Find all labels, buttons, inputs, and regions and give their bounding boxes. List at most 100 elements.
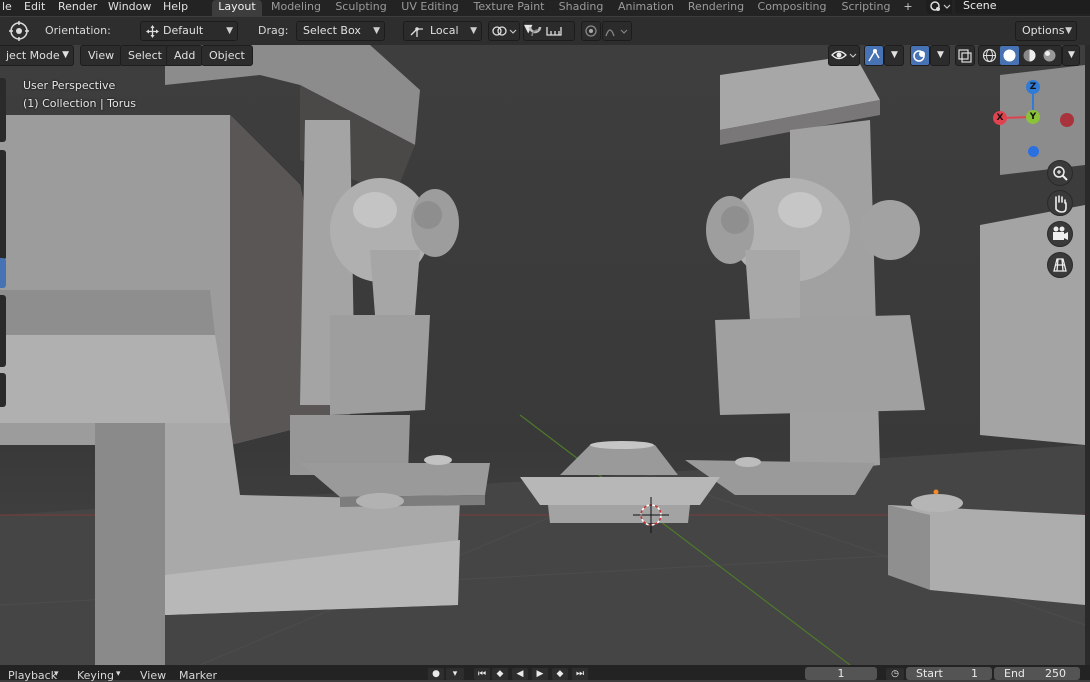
- tab-shading[interactable]: Shading: [555, 0, 607, 16]
- tab-rendering[interactable]: Rendering: [684, 0, 748, 16]
- gizmo-dropdown[interactable]: ▼: [884, 45, 904, 66]
- jump-start-icon[interactable]: ⏮: [474, 668, 490, 680]
- active-tool-icon[interactable]: [8, 20, 30, 42]
- menu-help[interactable]: Help: [163, 0, 188, 16]
- menu-edit[interactable]: Edit: [24, 0, 45, 16]
- orientation-icon: [146, 25, 159, 44]
- camera-view-button[interactable]: [1047, 221, 1073, 247]
- playback-menu[interactable]: Playback: [8, 669, 57, 682]
- gizmo-x-axis[interactable]: X: [993, 111, 1007, 125]
- shading-dropdown[interactable]: ▼: [1062, 45, 1080, 66]
- toolbar-strip-bottom[interactable]: [0, 373, 6, 407]
- add-menu[interactable]: Add: [166, 45, 204, 66]
- scene-selector[interactable]: Scene: [955, 0, 1090, 14]
- mode-dropdown[interactable]: ject Mode ▼: [0, 45, 74, 66]
- navigation-gizmo[interactable]: Z Y X: [990, 78, 1080, 158]
- snap-link-button[interactable]: [488, 21, 520, 41]
- solid-shading-icon[interactable]: [1000, 46, 1019, 65]
- zoom-icon: [1053, 166, 1068, 181]
- select-menu[interactable]: Select: [120, 45, 170, 66]
- tab-scripting[interactable]: Scripting: [836, 0, 896, 16]
- tab-modeling[interactable]: Modeling: [266, 0, 326, 16]
- overlays-dropdown[interactable]: ▼: [930, 45, 950, 66]
- next-keyframe-icon[interactable]: ◆: [552, 668, 568, 680]
- camera-icon: [1053, 226, 1068, 240]
- hand-icon: [1055, 195, 1067, 213]
- gizmo-toggle[interactable]: [864, 45, 884, 66]
- grid-icon: [1053, 258, 1067, 272]
- orientation-value: Default: [163, 24, 204, 37]
- gizmo-icon: [868, 49, 880, 62]
- right-sidebar-edge[interactable]: [1085, 45, 1090, 665]
- visibility-dropdown[interactable]: [828, 45, 860, 66]
- current-frame-field[interactable]: 1: [805, 667, 877, 680]
- start-frame-field[interactable]: Start 1: [906, 667, 992, 680]
- tab-uv-editing[interactable]: UV Editing: [398, 0, 462, 16]
- pan-button[interactable]: [1047, 190, 1073, 216]
- menu-render[interactable]: Render: [58, 0, 97, 16]
- timeline-header: Playback ▾ Keying ▾ View Marker ● ▾ ⏮ ◆ …: [0, 665, 1090, 682]
- play-icon[interactable]: ▶: [532, 668, 548, 680]
- play-reverse-icon[interactable]: ◀: [512, 668, 528, 680]
- active-tool-indicator[interactable]: [0, 258, 6, 288]
- add-workspace-button[interactable]: +: [900, 0, 916, 16]
- ortho-toggle-button[interactable]: [1047, 252, 1073, 278]
- tab-layout[interactable]: Layout: [212, 0, 262, 16]
- toolbar-strip-lower[interactable]: [0, 295, 6, 367]
- collection-label: (1) Collection | Torus: [23, 97, 136, 110]
- object-menu[interactable]: Object: [201, 45, 253, 66]
- transform-pivot-icon: [409, 25, 425, 44]
- scene-icon[interactable]: [926, 0, 952, 14]
- tab-sculpting[interactable]: Sculpting: [332, 0, 390, 16]
- menu-window[interactable]: Window: [108, 0, 151, 16]
- prev-keyframe-icon[interactable]: ◆: [492, 668, 508, 680]
- toolbar-strip-top[interactable]: [0, 78, 6, 142]
- gizmo-z-axis[interactable]: Z: [1026, 80, 1040, 94]
- proportional-edit-button[interactable]: [581, 21, 601, 41]
- material-shading-icon[interactable]: [1021, 47, 1038, 70]
- view-menu-timeline[interactable]: View: [140, 669, 166, 682]
- menu-file[interactable]: le: [2, 0, 12, 16]
- chevron-down-icon: ▾: [116, 669, 121, 679]
- record-icon[interactable]: ●: [428, 668, 444, 680]
- chevron-down-icon: ▼: [62, 50, 69, 60]
- view-menu[interactable]: View: [80, 45, 123, 66]
- gizmo-y-axis[interactable]: Y: [1026, 110, 1040, 124]
- marker-menu[interactable]: Marker: [179, 669, 217, 682]
- end-label: End: [1004, 667, 1025, 680]
- gizmo-neg-x-axis[interactable]: [1060, 113, 1074, 127]
- pivot-dropdown[interactable]: Local ▼: [403, 21, 482, 41]
- chevron-down-icon: ▼: [373, 26, 380, 36]
- tab-texture-paint[interactable]: Texture Paint: [470, 0, 548, 16]
- falloff-button[interactable]: [602, 21, 632, 41]
- start-label: Start: [916, 667, 943, 680]
- keyframe-dropdown[interactable]: ▾: [446, 668, 464, 680]
- end-value: 250: [1045, 667, 1066, 680]
- tab-animation[interactable]: Animation: [614, 0, 678, 16]
- gizmo-neg-z-axis[interactable]: [1028, 146, 1039, 157]
- magnet-icon: [527, 24, 543, 41]
- rendered-shading-icon[interactable]: [1041, 47, 1058, 70]
- xray-toggle[interactable]: [955, 45, 975, 66]
- 3d-viewport[interactable]: [0, 45, 1085, 665]
- chevron-down-icon: ▼: [226, 26, 233, 36]
- options-dropdown[interactable]: Options ▼: [1015, 21, 1077, 41]
- viewport-scene: [0, 45, 1085, 665]
- end-frame-field[interactable]: End 250: [994, 667, 1080, 680]
- keying-menu[interactable]: Keying: [77, 669, 114, 682]
- jump-end-icon[interactable]: ⏭: [572, 668, 588, 680]
- clock-icon[interactable]: ◷: [886, 668, 904, 680]
- zoom-button[interactable]: [1047, 160, 1073, 186]
- overlays-toggle[interactable]: [910, 45, 930, 66]
- drag-dropdown[interactable]: Select Box ▼: [296, 21, 385, 41]
- wireframe-shading-icon[interactable]: [981, 47, 998, 70]
- orientation-dropdown[interactable]: Default ▼: [140, 21, 238, 41]
- drag-label: Drag:: [258, 24, 289, 37]
- snapping-button[interactable]: ▼: [523, 21, 575, 41]
- chevron-down-icon: ▼: [891, 50, 898, 60]
- toolbar-strip-middle[interactable]: [0, 150, 6, 260]
- options-label: Options: [1022, 24, 1065, 37]
- tab-compositing[interactable]: Compositing: [754, 0, 830, 16]
- chevron-down-icon: ▼: [937, 50, 944, 60]
- shading-mode-group[interactable]: [978, 45, 1062, 66]
